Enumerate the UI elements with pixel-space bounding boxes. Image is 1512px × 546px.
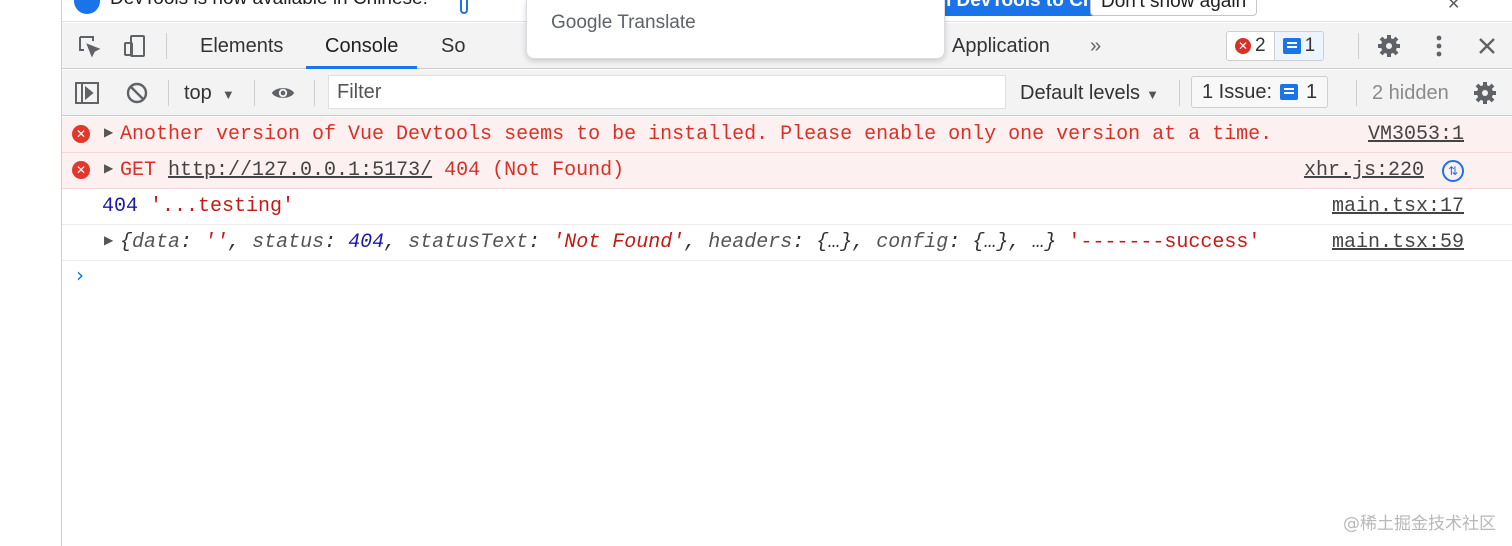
console-log-row[interactable]: ▶ {data: '', status: 404, statusText: 'N… — [62, 225, 1512, 261]
console-settings-gear-icon[interactable] — [1472, 80, 1498, 106]
devtools-panel: DevTools is now available in Chinese! Sw… — [62, 0, 1512, 546]
log-levels-dropdown[interactable]: Default levels ▼ — [1020, 70, 1159, 116]
prompt-chevron-icon: › — [76, 263, 84, 287]
object-key: status — [252, 231, 325, 254]
request-method: GET — [120, 159, 157, 182]
error-icon: ✕ — [72, 161, 90, 179]
console-error-row[interactable]: ✕ ▶ GET http://127.0.0.1:5173/ 404 (Not … — [62, 153, 1512, 189]
issues-count: 1 — [1306, 80, 1318, 103]
network-request-icon[interactable]: ⇅ — [1442, 160, 1464, 182]
chevron-down-icon: ▼ — [1146, 87, 1159, 102]
object-value: {…} — [972, 231, 1009, 254]
console-messages: ✕ ▶ Another version of Vue Devtools seem… — [62, 117, 1512, 291]
tab-application[interactable]: Application — [952, 23, 1050, 69]
issues-label: 1 Issue: — [1202, 80, 1273, 103]
console-log-row[interactable]: 404 '...testing' main.tsx:17 — [62, 189, 1512, 225]
log-object: {data: '', status: 404, statusText: 'Not… — [120, 231, 1261, 254]
watermark-text: @稀土掘金技术社区 — [1343, 514, 1496, 534]
object-value: '' — [204, 231, 229, 254]
settings-gear-icon[interactable] — [1376, 33, 1402, 59]
toolbar-divider — [1179, 80, 1180, 106]
console-prompt-row[interactable]: › — [62, 261, 1512, 291]
tabbar-divider — [166, 33, 167, 59]
error-icon: ✕ — [72, 125, 90, 143]
left-page-edge — [0, 0, 62, 546]
expand-triangle-icon[interactable]: ▶ — [104, 233, 113, 247]
request-url-link[interactable]: http://127.0.0.1:5173/ — [168, 159, 432, 182]
object-value: 404 — [348, 231, 385, 254]
close-icon[interactable]: ✕ — [1447, 0, 1460, 14]
message-count: 1 — [1304, 35, 1316, 56]
filter-input[interactable] — [328, 75, 1006, 109]
tab-console[interactable]: Console — [306, 23, 418, 69]
context-selector[interactable]: top ▼ — [184, 70, 235, 116]
object-brace: …} — [1032, 231, 1057, 254]
infobar-message: DevTools is now available in Chinese! — [110, 0, 428, 10]
expand-triangle-icon[interactable]: ▶ — [104, 125, 113, 139]
expand-triangle-icon[interactable]: ▶ — [104, 161, 113, 175]
info-icon — [74, 0, 100, 14]
source-link[interactable]: xhr.js:220 — [1304, 159, 1424, 182]
log-string: '...testing' — [150, 195, 295, 218]
clear-console-icon[interactable] — [124, 80, 150, 106]
error-icon: ✕ — [1235, 38, 1251, 54]
chevron-down-icon: ▼ — [221, 87, 235, 102]
toolbar-divider — [1356, 80, 1357, 106]
object-value: {…} — [816, 231, 853, 254]
source-link[interactable]: VM3053:1 — [1368, 123, 1464, 146]
error-message: Another version of Vue Devtools seems to… — [120, 123, 1273, 146]
hidden-count: 2 hidden — [1372, 82, 1449, 104]
console-error-row[interactable]: ✕ ▶ Another version of Vue Devtools seem… — [62, 117, 1512, 153]
console-toolbar: top ▼ Default levels ▼ 1 Issue: 1 2 hidden — [62, 70, 1512, 116]
object-value: 'Not Found' — [552, 231, 685, 254]
issues-button[interactable]: 1 Issue: 1 — [1191, 76, 1329, 108]
inspect-element-icon[interactable] — [76, 33, 102, 59]
sidebar-toggle-icon[interactable] — [74, 80, 100, 106]
object-key: statusText — [408, 231, 529, 254]
infobar-button-edge[interactable] — [460, 0, 468, 14]
object-brace: { — [120, 231, 133, 254]
network-error-message: GET http://127.0.0.1:5173/ 404 (Not Foun… — [120, 159, 624, 182]
toolbar-divider — [254, 80, 255, 106]
object-key: config — [876, 231, 949, 254]
source-link[interactable]: main.tsx:17 — [1332, 195, 1464, 218]
log-levels-value: Default levels — [1020, 82, 1141, 104]
device-toolbar-icon[interactable] — [122, 33, 148, 59]
error-count: 2 — [1255, 35, 1266, 56]
toolbar-divider — [314, 80, 315, 106]
tab-elements[interactable]: Elements — [200, 23, 283, 69]
toolbar-divider — [168, 80, 169, 106]
object-key: data — [132, 231, 181, 254]
live-expression-eye-icon[interactable] — [270, 80, 296, 106]
more-tabs-icon[interactable]: » — [1090, 23, 1101, 69]
object-key: headers — [708, 231, 793, 254]
log-number: 404 — [102, 195, 139, 218]
kebab-menu-icon[interactable] — [1426, 33, 1452, 59]
translate-popup[interactable]: Google Translate — [526, 0, 945, 59]
dont-show-again-button[interactable]: Don't show again — [1090, 0, 1258, 16]
message-icon — [1282, 38, 1301, 54]
translate-popup-label: Google Translate — [551, 12, 696, 33]
tab-sources[interactable]: So — [441, 23, 465, 69]
message-count-badge[interactable]: 1 — [1273, 32, 1324, 60]
tabbar-divider — [1358, 33, 1359, 59]
close-devtools-icon[interactable] — [1474, 33, 1500, 59]
log-message: 404 '...testing' — [102, 195, 294, 218]
context-value: top — [184, 82, 212, 104]
error-count-badge[interactable]: ✕ 2 — [1227, 32, 1274, 60]
issue-message-icon — [1280, 84, 1299, 100]
counts-badge[interactable]: ✕ 2 1 — [1226, 31, 1325, 61]
source-link[interactable]: main.tsx:59 — [1332, 231, 1464, 254]
response-status: 404 (Not Found) — [444, 159, 625, 182]
log-string: '-------success' — [1068, 231, 1261, 254]
